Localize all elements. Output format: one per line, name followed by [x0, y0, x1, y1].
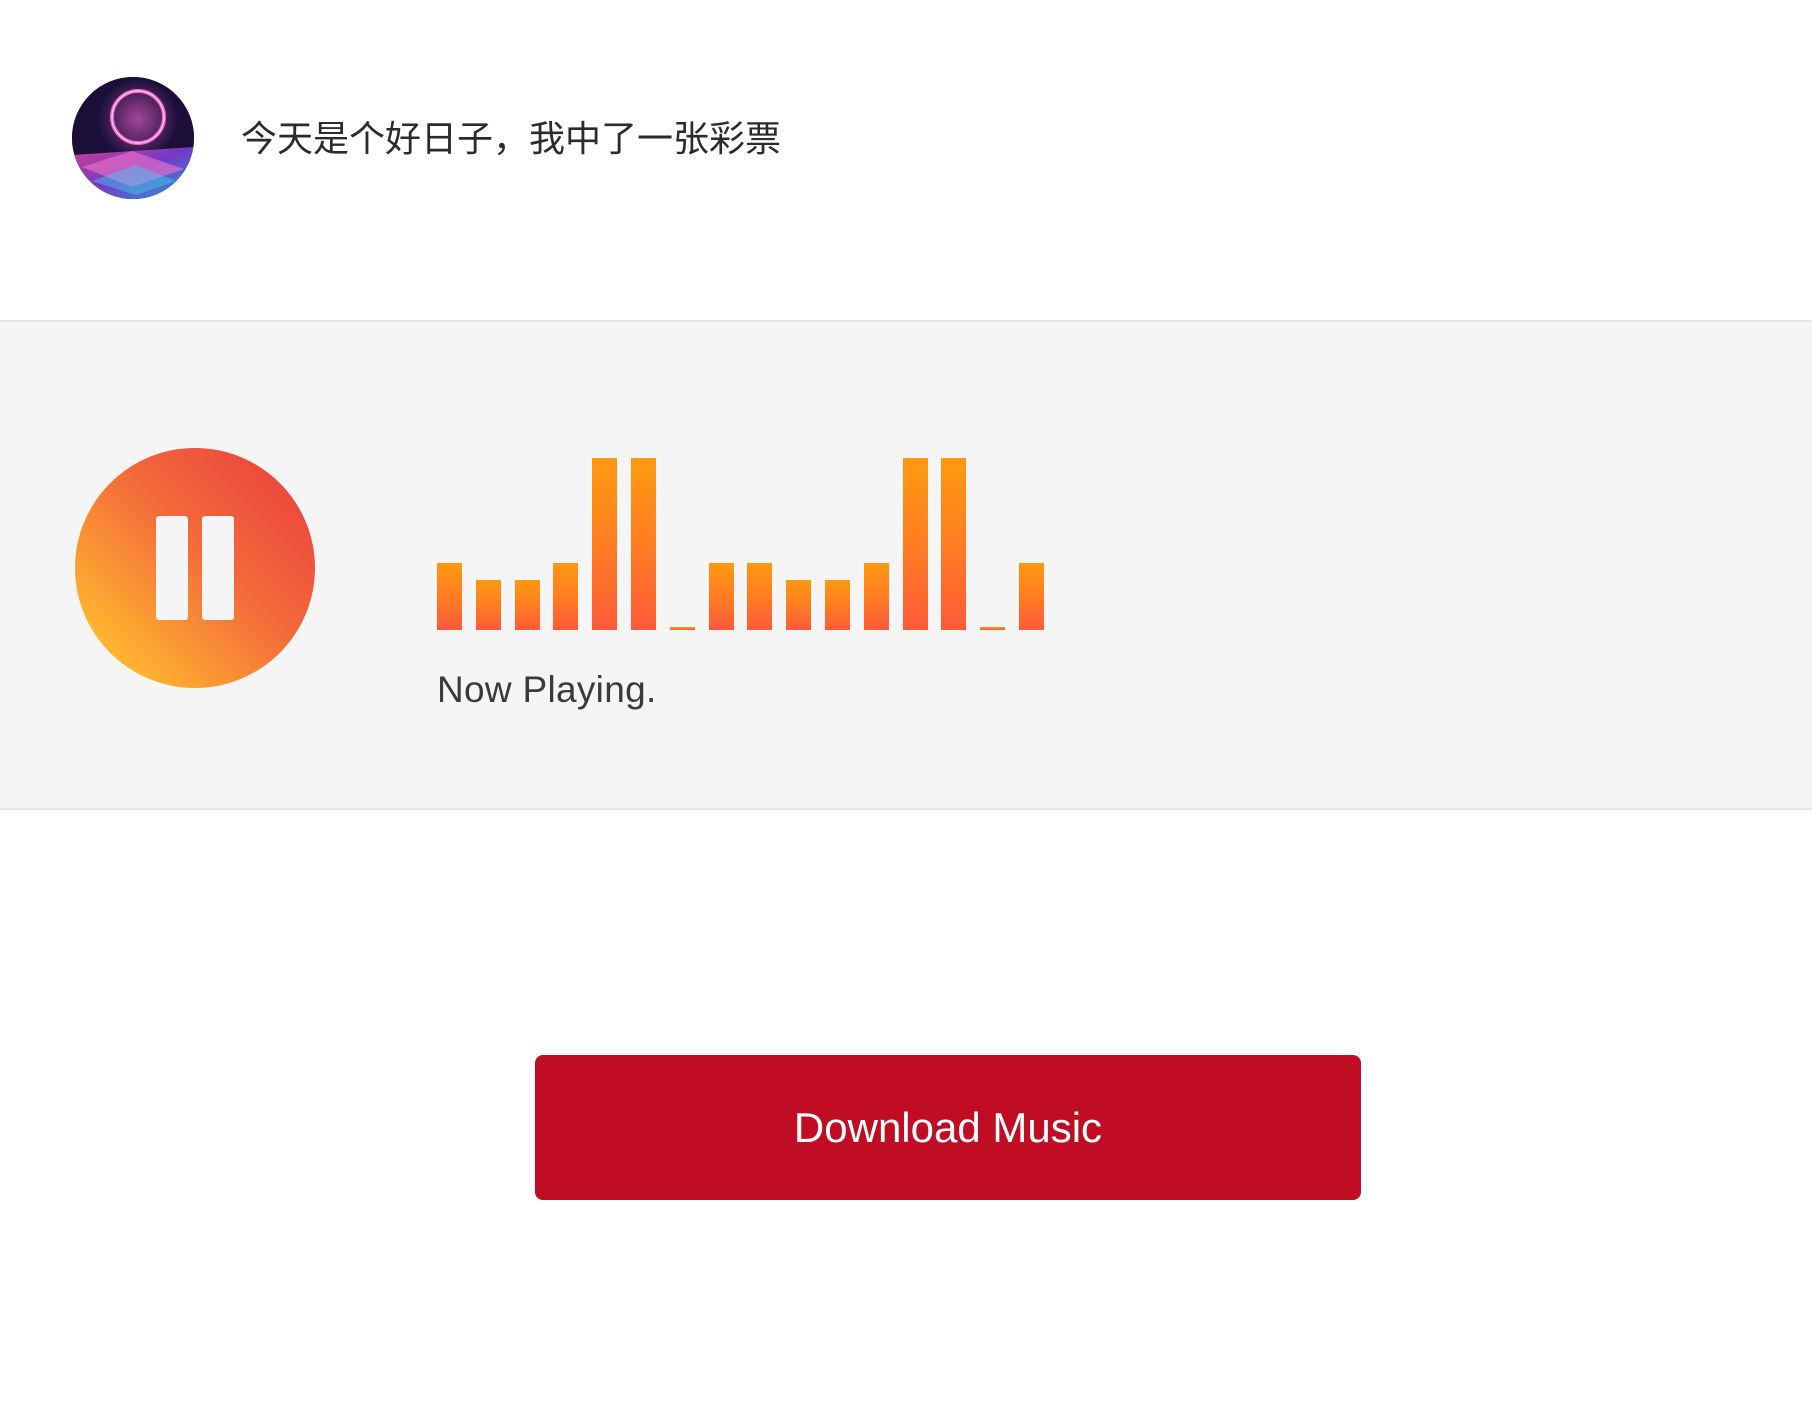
music-player: Now Playing. — [0, 320, 1812, 810]
equalizer-visualizer — [437, 455, 1057, 630]
avatar-image — [72, 77, 194, 199]
now-playing-label: Now Playing. — [437, 669, 657, 710]
equalizer-bar — [747, 563, 772, 630]
page: 今天是个好日子，我中了一张彩票 Now Playing. Download Mu… — [0, 0, 1812, 1407]
equalizer-bar — [903, 458, 928, 630]
equalizer-bar — [941, 458, 966, 630]
equalizer-bar — [592, 458, 617, 630]
equalizer-bar — [437, 563, 462, 630]
pause-button[interactable] — [75, 448, 315, 688]
avatar[interactable] — [72, 77, 194, 199]
equalizer-bar — [476, 580, 501, 630]
equalizer-bar — [1019, 563, 1044, 630]
equalizer-bar — [631, 458, 656, 630]
equalizer-bar — [553, 563, 578, 630]
equalizer-bar — [786, 580, 811, 630]
equalizer-bar — [980, 627, 1005, 630]
equalizer-bar — [864, 563, 889, 630]
pause-icon-right-bar — [202, 516, 234, 620]
equalizer-bar — [709, 563, 734, 630]
equalizer-bar — [670, 627, 695, 630]
download-music-button[interactable]: Download Music — [535, 1055, 1361, 1200]
post-header: 今天是个好日子，我中了一张彩票 — [0, 0, 1812, 320]
equalizer-bar — [825, 580, 850, 630]
pause-icon-left-bar — [156, 516, 188, 620]
post-message: 今天是个好日子，我中了一张彩票 — [241, 119, 782, 160]
equalizer-bar — [515, 580, 540, 630]
